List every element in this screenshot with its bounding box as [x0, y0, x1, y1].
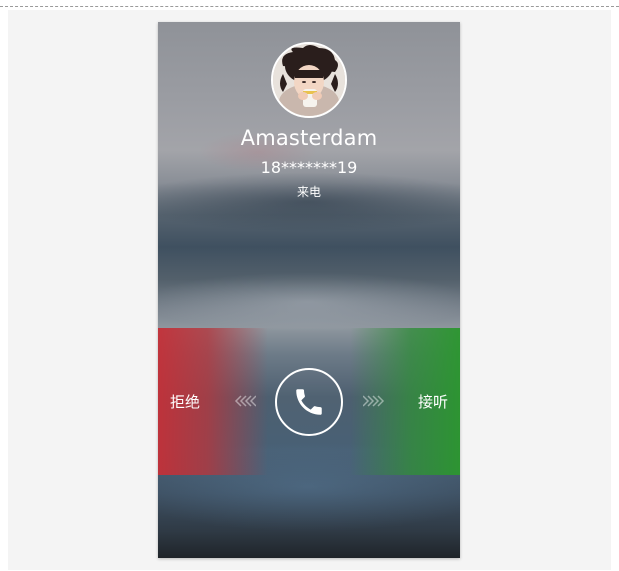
phone-icon	[296, 389, 322, 415]
background-blur	[158, 172, 460, 232]
avatar-photo	[273, 44, 345, 116]
call-status-label: 来电	[296, 185, 321, 199]
answer-label[interactable]: 接听	[418, 391, 448, 412]
chevrons-left-icon	[234, 395, 256, 407]
background-blur	[158, 272, 460, 332]
chevrons-right-icon	[363, 395, 385, 407]
decline-label[interactable]: 拒绝	[170, 391, 200, 412]
caller-number: 18*******19	[260, 158, 358, 177]
incoming-call-screen: Amasterdam 18*******19 来电 拒绝 接听	[158, 22, 460, 558]
call-slider-handle[interactable]	[275, 368, 343, 436]
call-action-slider[interactable]: 拒绝 接听	[158, 328, 460, 475]
caller-avatar	[271, 42, 347, 118]
caller-name: Amasterdam	[240, 126, 378, 150]
